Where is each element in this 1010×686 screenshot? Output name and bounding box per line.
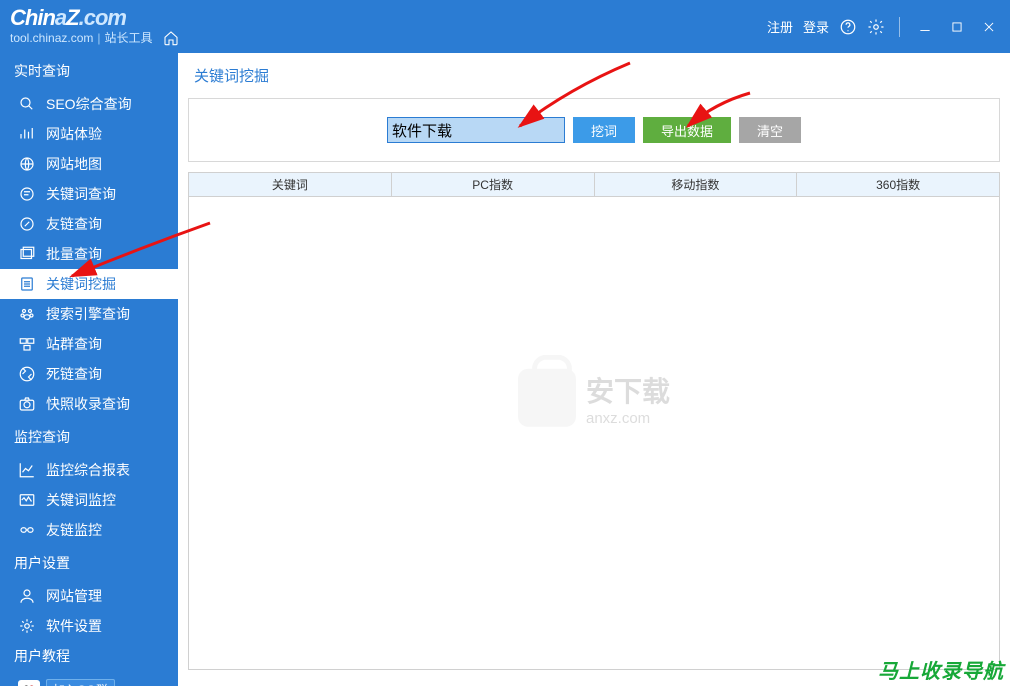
minimize-button[interactable] bbox=[914, 16, 936, 38]
globe-icon bbox=[18, 155, 36, 173]
close-button[interactable] bbox=[978, 16, 1000, 38]
settings-icon[interactable] bbox=[867, 18, 885, 36]
help-icon[interactable] bbox=[839, 18, 857, 36]
paw-icon bbox=[18, 305, 36, 323]
sidebar-item-label: 网站体验 bbox=[46, 124, 102, 144]
sidebar-item[interactable]: 站群查询 bbox=[0, 329, 178, 359]
sidebar-item-label: 用户教程 bbox=[14, 646, 70, 666]
sidebar-item[interactable]: 关键词查询 bbox=[0, 179, 178, 209]
qq-label: 加入QQ群 bbox=[46, 679, 115, 686]
sidebar-item-label: SEO综合查询 bbox=[46, 94, 132, 114]
sidebar-item-tutorial[interactable]: 用户教程 bbox=[0, 641, 178, 671]
sidebar-section-title: 实时查询 bbox=[0, 53, 178, 89]
export-button[interactable]: 导出数据 bbox=[643, 117, 731, 143]
sidebar-item-label: 软件设置 bbox=[46, 616, 102, 636]
watermark-text: 安下载 anxz.com bbox=[586, 369, 670, 426]
page-title: 关键词挖掘 bbox=[178, 53, 1010, 98]
watermark-en: anxz.com bbox=[586, 409, 670, 426]
keyword-input[interactable] bbox=[387, 117, 565, 143]
col-mobile-index[interactable]: 移动指数 bbox=[595, 173, 798, 196]
gear-icon bbox=[18, 617, 36, 635]
sub-domain: tool.chinaz.com bbox=[10, 31, 93, 45]
main-content: 关键词挖掘 挖词 导出数据 清空 关键词 PC指数 移动指数 360指数 安下载… bbox=[178, 53, 1010, 686]
home-icon[interactable] bbox=[163, 30, 179, 46]
sidebar-item[interactable]: 关键词监控 bbox=[0, 485, 178, 515]
sidebar-item-label: 死链查询 bbox=[46, 364, 102, 384]
divider bbox=[899, 17, 900, 37]
login-link[interactable]: 登录 bbox=[803, 17, 829, 36]
wave-icon bbox=[18, 491, 36, 509]
bottom-brand: 马上收录导航 bbox=[878, 655, 1004, 684]
logo-sub: tool.chinaz.com | 站长工具 bbox=[10, 29, 179, 46]
sidebar-item[interactable]: 快照收录查询 bbox=[0, 389, 178, 419]
sidebar-item-label: 批量查询 bbox=[46, 244, 102, 264]
watermark: 安下载 anxz.com bbox=[518, 369, 670, 427]
sidebar-item[interactable]: SEO综合查询 bbox=[0, 89, 178, 119]
sidebar-item[interactable]: 友链查询 bbox=[0, 209, 178, 239]
logo-text: .com bbox=[79, 5, 126, 30]
sidebar: 实时查询 SEO综合查询网站体验网站地图关键词查询友链查询批量查询关键词挖掘搜索引… bbox=[0, 53, 178, 686]
app-header: ChinaZ.com tool.chinaz.com | 站长工具 注册 登录 bbox=[0, 0, 1010, 53]
broken-icon bbox=[18, 365, 36, 383]
sidebar-section-title: 监控查询 bbox=[0, 419, 178, 455]
sidebar-item[interactable]: 软件设置 bbox=[0, 611, 178, 641]
logo-text: Z bbox=[66, 5, 78, 30]
sidebar-item-label: 监控综合报表 bbox=[46, 460, 130, 480]
results-table: 关键词 PC指数 移动指数 360指数 安下载 anxz.com bbox=[188, 172, 1000, 670]
sidebar-item-label: 友链监控 bbox=[46, 520, 102, 540]
doc-icon bbox=[18, 275, 36, 293]
col-360-index[interactable]: 360指数 bbox=[797, 173, 999, 196]
batch-icon bbox=[18, 245, 36, 263]
qq-icon bbox=[18, 680, 40, 686]
sites-icon bbox=[18, 335, 36, 353]
logo-block: ChinaZ.com tool.chinaz.com | 站长工具 bbox=[10, 7, 179, 46]
word-icon bbox=[18, 185, 36, 203]
separator: | bbox=[97, 31, 100, 45]
sidebar-item-label: 关键词挖掘 bbox=[46, 274, 116, 294]
sidebar-item-label: 快照收录查询 bbox=[46, 394, 130, 414]
sidebar-item[interactable]: 搜索引擎查询 bbox=[0, 299, 178, 329]
sidebar-section-title: 用户设置 bbox=[0, 545, 178, 581]
link-icon bbox=[18, 215, 36, 233]
logo-text: Chin bbox=[10, 5, 55, 30]
lock-icon bbox=[518, 369, 576, 427]
logo-text: a bbox=[55, 5, 66, 30]
sidebar-item-label: 搜索引擎查询 bbox=[46, 304, 130, 324]
sidebar-item-qq[interactable]: 加入QQ群 bbox=[0, 675, 178, 686]
col-pc-index[interactable]: PC指数 bbox=[392, 173, 595, 196]
camera-icon bbox=[18, 395, 36, 413]
sidebar-item[interactable]: 监控综合报表 bbox=[0, 455, 178, 485]
logo-main: ChinaZ.com bbox=[10, 7, 179, 29]
sidebar-item[interactable]: 网站体验 bbox=[0, 119, 178, 149]
chain-icon bbox=[18, 521, 36, 539]
chart-icon bbox=[18, 461, 36, 479]
sidebar-item-label: 友链查询 bbox=[46, 214, 102, 234]
sidebar-item-label: 关键词查询 bbox=[46, 184, 116, 204]
register-link[interactable]: 注册 bbox=[767, 17, 793, 36]
maximize-button[interactable] bbox=[946, 16, 968, 38]
sidebar-item-label: 网站管理 bbox=[46, 586, 102, 606]
toolbar: 挖词 导出数据 清空 bbox=[188, 98, 1000, 162]
clear-button[interactable]: 清空 bbox=[739, 117, 801, 143]
sidebar-item[interactable]: 友链监控 bbox=[0, 515, 178, 545]
sidebar-item-label: 网站地图 bbox=[46, 154, 102, 174]
sidebar-item[interactable]: 死链查询 bbox=[0, 359, 178, 389]
sidebar-item-label: 关键词监控 bbox=[46, 490, 116, 510]
sidebar-item[interactable]: 网站管理 bbox=[0, 581, 178, 611]
sidebar-item[interactable]: 批量查询 bbox=[0, 239, 178, 269]
col-keyword[interactable]: 关键词 bbox=[189, 173, 392, 196]
header-right: 注册 登录 bbox=[767, 16, 1000, 38]
sidebar-item-label: 站群查询 bbox=[46, 334, 102, 354]
table-header: 关键词 PC指数 移动指数 360指数 bbox=[189, 173, 999, 197]
watermark-cn: 安下载 bbox=[586, 369, 670, 409]
sidebar-item[interactable]: 网站地图 bbox=[0, 149, 178, 179]
bars-icon bbox=[18, 125, 36, 143]
seo-icon bbox=[18, 95, 36, 113]
user-icon bbox=[18, 587, 36, 605]
dig-button[interactable]: 挖词 bbox=[573, 117, 635, 143]
sidebar-item[interactable]: 关键词挖掘 bbox=[0, 269, 178, 299]
sub-label: 站长工具 bbox=[105, 29, 153, 46]
